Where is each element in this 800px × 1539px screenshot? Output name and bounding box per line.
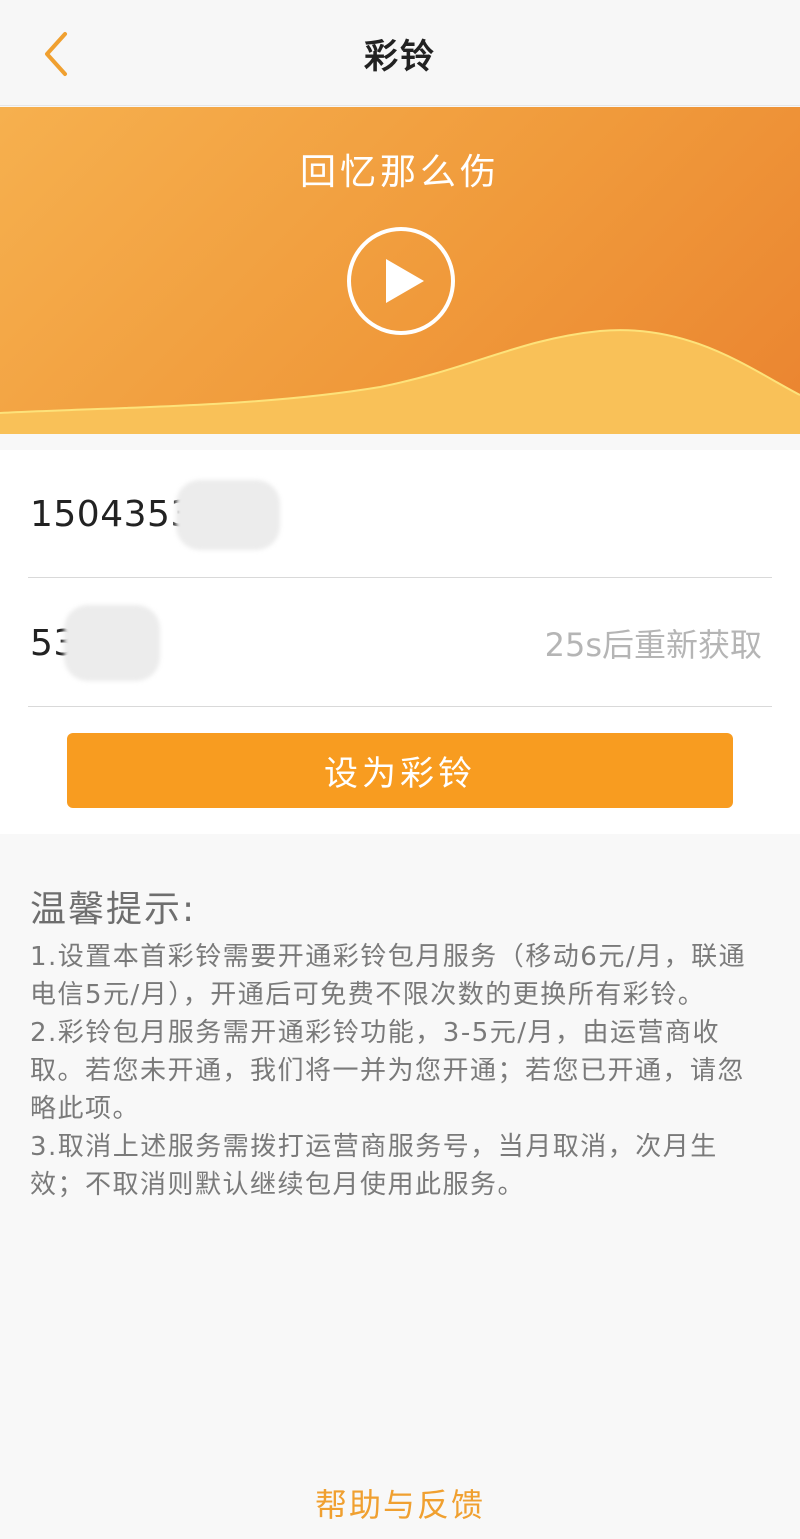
tips-heading: 温馨提示: xyxy=(30,889,197,930)
play-button[interactable] xyxy=(346,226,456,336)
phone-row[interactable]: 1504353 xyxy=(28,450,772,578)
help-feedback-link[interactable]: 帮助与反馈 xyxy=(0,1480,800,1526)
code-row[interactable]: 53 25s后重新获取 xyxy=(28,579,772,707)
tip-line-3: 3.取消上述服务需拨打运营商服务号，当月取消，次月生效；不取消则默认继续包月使用… xyxy=(30,1132,718,1200)
phone-redaction xyxy=(176,480,280,550)
phone-field[interactable]: 1504353 xyxy=(30,450,194,578)
nav-bar: 彩铃 xyxy=(0,0,800,106)
song-title: 回忆那么伤 xyxy=(299,152,500,193)
tip-line-2: 2.彩铃包月服务需开通彩铃功能，3-5元/月，由运营商收取。若您未开通，我们将一… xyxy=(30,1018,746,1124)
tips-section: 温馨提示: 1.设置本首彩铃需要开通彩铃包月服务（移动6元/月，联通电信5元/月… xyxy=(30,880,770,1204)
resend-code-button[interactable]: 25s后重新获取 xyxy=(545,579,762,707)
code-redaction xyxy=(64,605,160,681)
page-title: 彩铃 xyxy=(364,36,436,77)
tip-line-1: 1.设置本首彩铃需要开通彩铃包月服务（移动6元/月，联通电信5元/月），开通后可… xyxy=(30,942,747,1010)
play-icon xyxy=(386,259,424,303)
ringtone-hero: 回忆那么伤 xyxy=(0,107,800,434)
form-card: 1504353 53 25s后重新获取 设为彩铃 xyxy=(0,450,800,834)
set-ringtone-button[interactable]: 设为彩铃 xyxy=(67,733,733,808)
